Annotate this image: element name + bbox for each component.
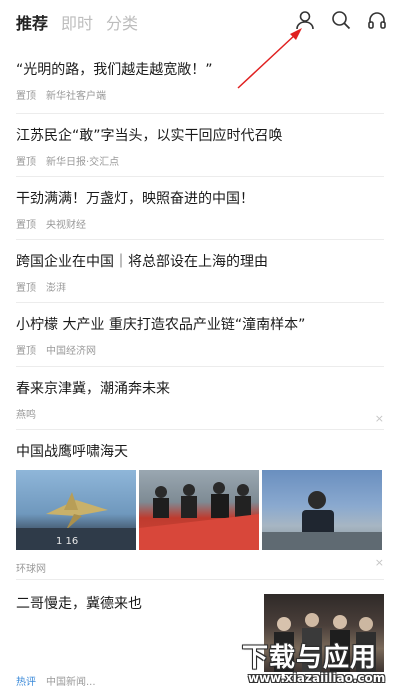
news-feed: “光明的路，我们越走越宽敞！” 置顶 新华社客户端 江苏民企“敢”字当头，以实干… <box>0 48 400 690</box>
item-source: 新华日报·交汇点 <box>46 157 120 168</box>
tab-bar: 推荐 即时 分类 <box>16 10 138 34</box>
item-meta: 置顶 新华社客户端 <box>16 87 384 102</box>
tab-category[interactable]: 分类 <box>106 10 138 34</box>
top-icons <box>294 9 388 31</box>
list-item[interactable]: 干劲满满！万盏灯，映照奋进的中国！ 置顶 央视财经 <box>16 177 384 240</box>
list-item[interactable]: 小柠檬 大产业 重庆打造农品产业链“潼南样本” 置顶 中国经济网 <box>16 303 384 367</box>
tab-recommend[interactable]: 推荐 <box>16 10 48 34</box>
close-icon[interactable]: × <box>375 412 384 425</box>
headphones-icon[interactable] <box>366 9 388 31</box>
item-title[interactable]: 春来京津冀，潮涌奔未来 <box>16 379 384 399</box>
item-tag: 置顶 <box>16 91 36 102</box>
item-title[interactable]: 江苏民企“敢”字当头，以实干回应时代召唤 <box>16 126 384 146</box>
item-title[interactable]: 跨国企业在中国｜将总部设在上海的理由 <box>16 252 384 272</box>
item-meta: 置顶 澎湃 <box>16 279 384 294</box>
item-source: 澎湃 <box>46 283 66 294</box>
crowd-banner-image[interactable] <box>139 470 259 550</box>
fighter-jet-image[interactable]: 1 16 <box>16 470 136 550</box>
user-icon[interactable] <box>294 9 316 31</box>
deck-officer-image[interactable] <box>262 470 382 550</box>
item-tag: 置顶 <box>16 283 36 294</box>
close-icon[interactable]: × <box>375 556 384 569</box>
watermark-title: 下载与应用 <box>242 643 378 673</box>
item-source: 中国新闻... <box>46 677 96 688</box>
item-meta: 置顶 央视财经 <box>16 216 384 231</box>
item-meta: 置顶 中国经济网 <box>16 342 384 357</box>
item-title[interactable]: 中国战鹰呼啸海天 <box>16 442 384 462</box>
item-title[interactable]: “光明的路，我们越走越宽敞！” <box>16 60 384 80</box>
item-source: 环球网 <box>16 564 46 575</box>
item-source: 新华社客户端 <box>46 91 106 102</box>
item-tag: 置顶 <box>16 157 36 168</box>
svg-text:1 16: 1 16 <box>56 536 78 547</box>
top-bar: 推荐 即时 分类 <box>0 0 400 42</box>
item-tag: 置顶 <box>16 220 36 231</box>
item-source: 中国经济网 <box>46 346 96 357</box>
watermark-url: www.xiazaiiliao.com <box>248 671 386 685</box>
item-meta: 置顶 新华日报·交汇点 <box>16 153 384 168</box>
item-meta: 燕鸣 <box>16 406 384 421</box>
item-meta: 环球网 <box>16 560 384 575</box>
site-watermark: 下载与应用 www.xiazaiiliao.com <box>224 635 394 691</box>
item-title[interactable]: 小柠檬 大产业 重庆打造农品产业链“潼南样本” <box>16 315 384 335</box>
item-source: 央视财经 <box>46 220 86 231</box>
list-item[interactable]: 中国战鹰呼啸海天 1 16 环球网 × <box>16 430 384 580</box>
list-item[interactable]: 江苏民企“敢”字当头，以实干回应时代召唤 置顶 新华日报·交汇点 <box>16 114 384 177</box>
list-item[interactable]: 春来京津冀，潮涌奔未来 燕鸣 × <box>16 367 384 430</box>
list-item[interactable]: 跨国企业在中国｜将总部设在上海的理由 置顶 澎湃 <box>16 240 384 303</box>
item-source: 燕鸣 <box>16 410 36 421</box>
item-meta: 热评 中国新闻... <box>16 673 96 688</box>
hot-comment-tag[interactable]: 热评 <box>16 673 36 688</box>
image-row: 1 16 <box>16 470 384 550</box>
item-title[interactable]: 干劲满满！万盏灯，映照奋进的中国！ <box>16 189 384 209</box>
search-icon[interactable] <box>330 9 352 31</box>
item-tag: 置顶 <box>16 346 36 357</box>
tab-instant[interactable]: 即时 <box>61 10 93 34</box>
list-item[interactable]: “光明的路，我们越走越宽敞！” 置顶 新华社客户端 <box>16 48 384 114</box>
